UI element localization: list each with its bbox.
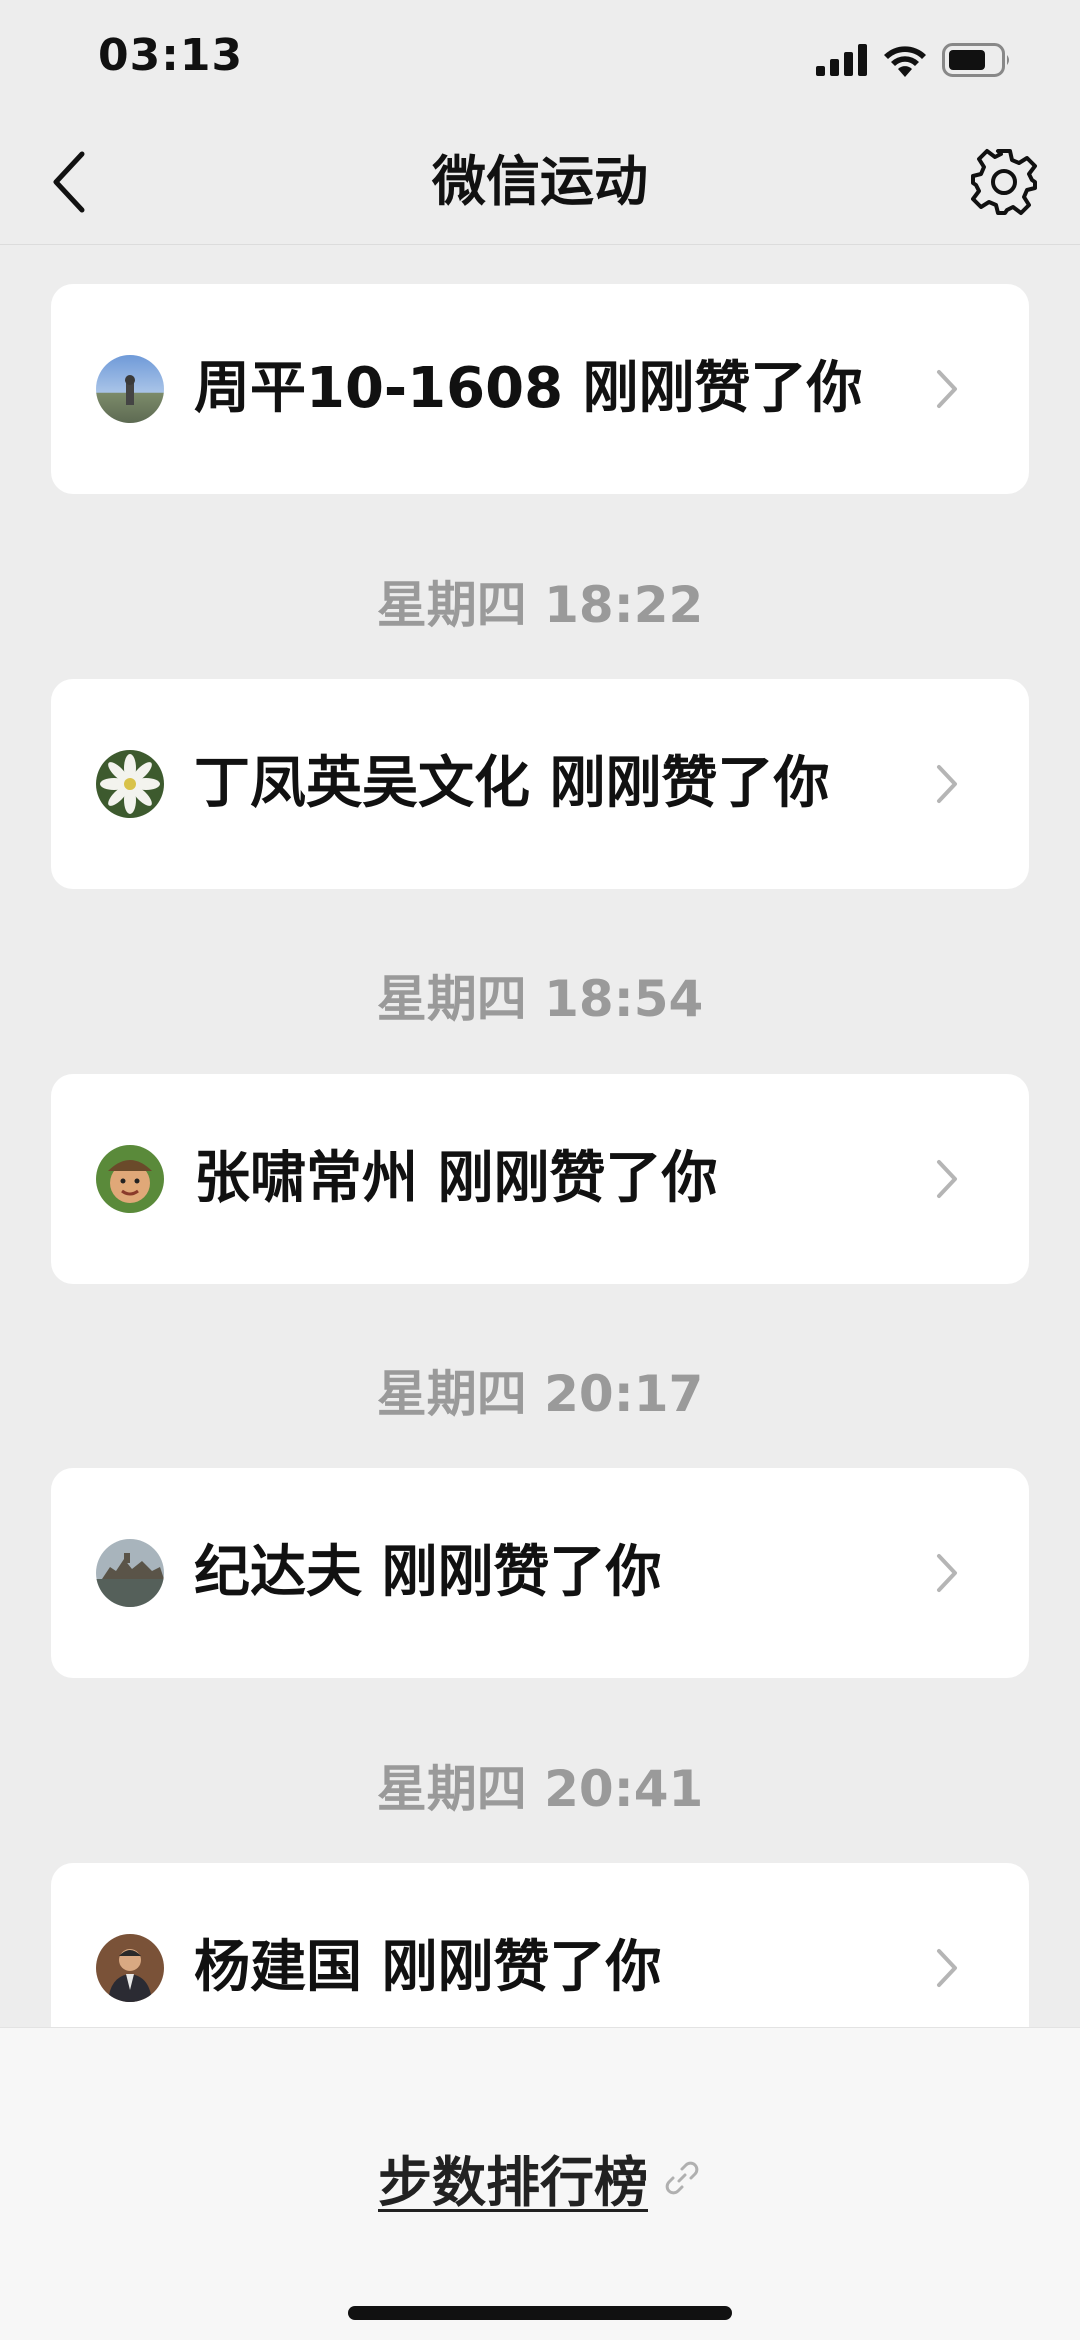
chevron-right-icon [937, 1554, 957, 1592]
wifi-icon [884, 46, 926, 77]
status-bar: 03:13 [0, 0, 1080, 120]
like-notification-card[interactable]: 丁凤英吴文化 刚刚赞了你 [51, 679, 1029, 889]
chevron-right-icon [937, 1160, 957, 1198]
notification-text: 纪达夫 刚刚赞了你 [194, 1540, 662, 1605]
avatar [96, 1539, 164, 1607]
bottom-bar: 步数排行榜 [0, 2027, 1080, 2340]
chevron-right-icon [937, 765, 957, 803]
home-indicator [348, 2306, 732, 2320]
page-title: 微信运动 [432, 150, 648, 213]
status-time: 03:13 [98, 30, 244, 81]
link-icon [665, 2161, 699, 2194]
notification-text: 杨建国 刚刚赞了你 [194, 1935, 662, 2000]
timestamp: 星期四 18:54 [376, 970, 704, 1028]
chevron-right-icon [937, 1949, 957, 1987]
chevron-right-icon [937, 370, 957, 408]
avatar [96, 355, 164, 423]
signal-icon [816, 44, 867, 76]
timestamp: 星期四 20:17 [376, 1365, 704, 1423]
battery-icon [942, 43, 1009, 77]
notification-text: 周平10-1608 刚刚赞了你 [194, 356, 863, 421]
timestamp: 星期四 20:41 [376, 1760, 704, 1818]
settings-button[interactable] [968, 146, 1040, 218]
avatar [96, 1934, 164, 2002]
like-notification-card[interactable]: 周平10-1608 刚刚赞了你 [51, 284, 1029, 494]
gear-icon [971, 149, 1037, 215]
timestamp: 星期四 18:22 [376, 576, 704, 634]
step-ranking-link[interactable]: 步数排行榜 [0, 2138, 1080, 2217]
avatar [96, 1145, 164, 1213]
like-notification-card[interactable]: 张啸常州 刚刚赞了你 [51, 1074, 1029, 1284]
status-icons [816, 38, 1012, 82]
nav-bar: 微信运动 [0, 120, 1080, 245]
avatar [96, 750, 164, 818]
like-notification-card[interactable]: 纪达夫 刚刚赞了你 [51, 1468, 1029, 1678]
step-ranking-label: 步数排行榜 [378, 2151, 648, 2214]
notification-text: 丁凤英吴文化 刚刚赞了你 [194, 751, 830, 816]
notification-text: 张啸常州 刚刚赞了你 [194, 1146, 718, 1211]
